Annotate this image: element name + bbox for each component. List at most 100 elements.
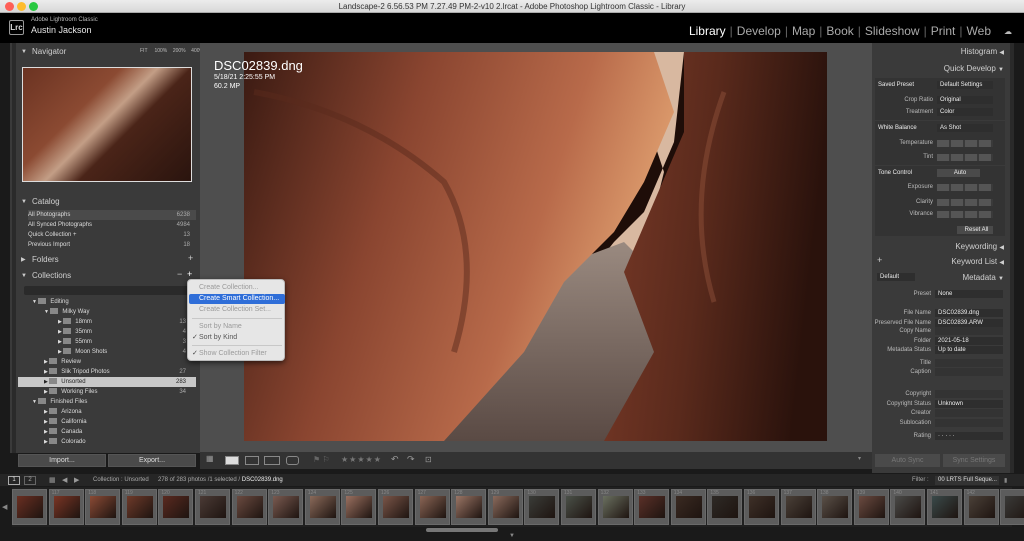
- filmstrip-left-arrow-icon[interactable]: ◀: [2, 503, 7, 511]
- collection-set-row[interactable]: ▶ Arizona: [44, 407, 82, 417]
- collection-set-row[interactable]: ▼ Editing: [32, 297, 69, 307]
- rating-stars[interactable]: ★★★★★: [341, 455, 382, 464]
- white-balance-select[interactable]: As Shot: [937, 124, 993, 132]
- rotate-right-icon[interactable]: ↷: [407, 454, 415, 465]
- filmstrip-thumbnail[interactable]: 126: [378, 489, 413, 525]
- filmstrip-thumbnail[interactable]: 131: [561, 489, 596, 525]
- auto-tone-button[interactable]: Auto: [937, 169, 980, 177]
- temperature-buttons[interactable]: [937, 140, 993, 147]
- loupe-view-icon[interactable]: [225, 456, 239, 465]
- filmstrip-thumbnail[interactable]: 122: [231, 489, 267, 525]
- metadata-field-value[interactable]: [935, 390, 1003, 398]
- collection-row[interactable]: ▶ 35mm 4: [58, 327, 186, 337]
- filmstrip-scrollbar[interactable]: [426, 528, 498, 532]
- filmstrip-thumbnail[interactable]: [1000, 489, 1024, 525]
- filmstrip-thumbnail[interactable]: 129: [487, 489, 523, 525]
- crop-overlay-icon[interactable]: ⊡: [425, 455, 432, 464]
- grid-icon[interactable]: ▦: [49, 476, 56, 484]
- filmstrip-source[interactable]: Collection : Unsorted: [93, 477, 149, 483]
- filmstrip-thumbnail[interactable]: 118: [85, 489, 121, 525]
- collection-row[interactable]: ▶ 55mm 3: [58, 337, 186, 347]
- survey-view-icon[interactable]: [264, 456, 280, 465]
- filmstrip-collapse-icon[interactable]: ▼: [509, 533, 515, 539]
- add-folder-button[interactable]: +: [188, 253, 193, 263]
- filter-select[interactable]: 00 LRTS Full Seque...: [935, 476, 999, 485]
- left-panel-edge[interactable]: [12, 43, 16, 453]
- metadata-field-value[interactable]: Up to date: [935, 346, 1003, 354]
- right-panel-edge[interactable]: [1010, 43, 1014, 473]
- tint-buttons[interactable]: [937, 154, 993, 161]
- keywording-header[interactable]: Keywording ◀: [955, 240, 1004, 254]
- filmstrip-thumbnail[interactable]: 136: [744, 489, 779, 525]
- module-book[interactable]: Book: [826, 24, 853, 38]
- zoom-fit[interactable]: FIT: [140, 48, 148, 54]
- filmstrip-thumbnail[interactable]: 133: [634, 489, 670, 525]
- metadata-view-select[interactable]: Default: [877, 273, 915, 281]
- metadata-field-value[interactable]: [935, 359, 1003, 367]
- module-develop[interactable]: Develop: [737, 24, 781, 38]
- filmstrip-thumbnail[interactable]: 142: [963, 489, 999, 525]
- add-keyword-button[interactable]: +: [877, 255, 882, 265]
- collection-row[interactable]: ▶ Working Files 34: [44, 387, 186, 397]
- clarity-buttons[interactable]: [937, 199, 993, 206]
- catalog-item[interactable]: All Synced Photographs 4984: [28, 220, 196, 230]
- filmstrip-thumbnail[interactable]: 130: [524, 489, 560, 525]
- metadata-header[interactable]: Metadata ▼: [962, 271, 1004, 285]
- filmstrip-thumbnail[interactable]: 134: [670, 489, 706, 525]
- filmstrip-thumbnail[interactable]: 123: [268, 489, 304, 525]
- window-2-button[interactable]: 2: [24, 476, 36, 485]
- grid-view-icon[interactable]: ▦: [206, 454, 219, 463]
- collection-set-row[interactable]: ▼ Finished Files: [32, 397, 87, 407]
- collection-row[interactable]: ▶ Moon Shots 4: [58, 347, 186, 357]
- rotate-left-icon[interactable]: ↶: [391, 454, 399, 465]
- export-button[interactable]: Export...: [108, 454, 196, 467]
- add-collection-button[interactable]: +: [187, 269, 192, 279]
- filmstrip-thumbnail[interactable]: 127: [414, 489, 450, 525]
- metadata-field-value[interactable]: DSC02839.ARW: [935, 319, 1003, 327]
- reset-all-button[interactable]: Reset All: [957, 226, 993, 234]
- filmstrip-thumbnail[interactable]: 137: [780, 489, 816, 525]
- window-1-button[interactable]: 1: [8, 476, 20, 485]
- histogram-header[interactable]: Histogram ◀: [961, 45, 1004, 59]
- keyword-list-header[interactable]: Keyword List ◀: [951, 255, 1004, 269]
- filmstrip-thumbnail[interactable]: 124: [304, 489, 340, 525]
- people-view-icon[interactable]: [286, 456, 299, 465]
- saved-preset-select[interactable]: Default Settings: [937, 81, 993, 89]
- collection-filter-input[interactable]: [24, 286, 190, 295]
- metadata-field-value[interactable]: · · · · ·: [935, 432, 1003, 440]
- back-arrow-icon[interactable]: ◀: [62, 476, 67, 484]
- catalog-item[interactable]: Previous Import 18: [28, 240, 196, 250]
- metadata-field-value[interactable]: [935, 419, 1003, 427]
- filmstrip-thumbnail[interactable]: 121: [195, 489, 230, 525]
- collection-set-row[interactable]: ▶ Canada: [44, 427, 82, 437]
- collections-header[interactable]: ▼ Collections: [14, 269, 196, 283]
- filmstrip-thumbnail[interactable]: [12, 489, 47, 525]
- filmstrip-thumbnail[interactable]: 135: [707, 489, 743, 525]
- navigator-preview[interactable]: [22, 67, 192, 182]
- filmstrip-thumbnail[interactable]: 117: [48, 489, 84, 525]
- module-web[interactable]: Web: [967, 24, 991, 38]
- filmstrip-thumbnail[interactable]: 120: [158, 489, 194, 525]
- filmstrip-thumbnail[interactable]: 139: [853, 489, 889, 525]
- import-button[interactable]: Import...: [18, 454, 106, 467]
- folders-header[interactable]: ▶ Folders: [14, 253, 196, 267]
- filmstrip-thumbnail[interactable]: 125: [341, 489, 377, 525]
- zoom-100[interactable]: 100%: [154, 48, 167, 54]
- metadata-field-value[interactable]: [935, 409, 1003, 417]
- show-collection-filter-item[interactable]: ✓ Show Collection Filter: [189, 349, 285, 359]
- exposure-buttons[interactable]: [937, 184, 993, 191]
- catalog-header[interactable]: ▼ Catalog: [14, 195, 196, 209]
- filmstrip-thumbnail[interactable]: 140: [890, 489, 926, 525]
- collection-row-selected[interactable]: ▶ Unsorted 283: [18, 377, 196, 387]
- sort-by-name-item[interactable]: Sort by Name: [189, 322, 285, 332]
- metadata-preset-select[interactable]: None: [935, 290, 1003, 298]
- create-smart-collection-item[interactable]: Create Smart Collection...: [189, 294, 285, 304]
- collection-row[interactable]: ▶ Slik Tripod Photos 27: [44, 367, 186, 377]
- collection-set-row[interactable]: ▼ Milky Way: [44, 307, 89, 317]
- catalog-item[interactable]: Quick Collection + 13: [28, 230, 196, 240]
- quick-develop-header[interactable]: Quick Develop ▼: [944, 62, 1004, 76]
- crop-ratio-select[interactable]: Original: [937, 96, 993, 104]
- module-slideshow[interactable]: Slideshow: [865, 24, 920, 38]
- create-collection-set-item[interactable]: Create Collection Set...: [189, 305, 285, 315]
- flag-icons[interactable]: ⚑ ⚐: [313, 455, 330, 464]
